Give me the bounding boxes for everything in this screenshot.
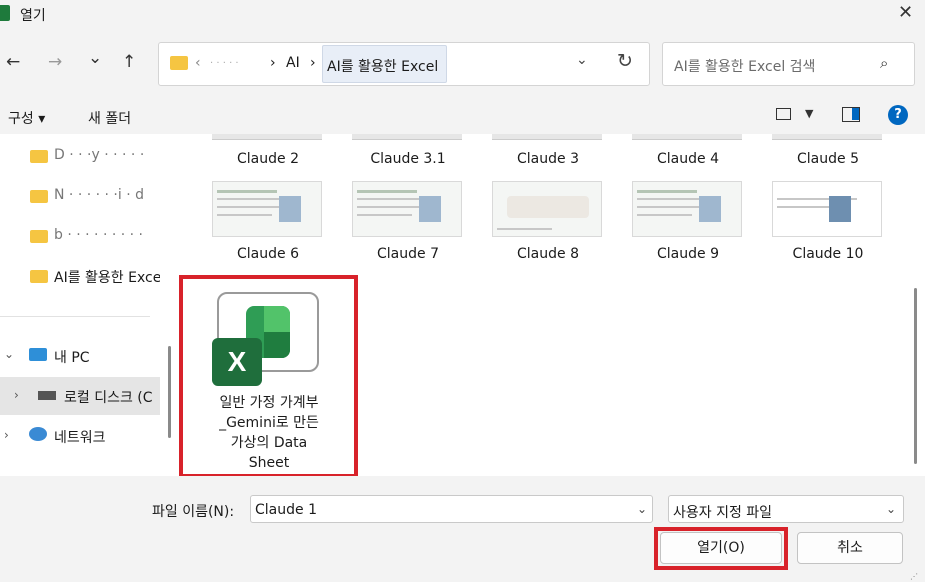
back-arrow-icon[interactable]: ← [6, 52, 20, 72]
file-thumbnail[interactable] [772, 134, 882, 140]
file-area-scrollbar[interactable] [914, 288, 917, 464]
open-button[interactable]: 열기(O) [660, 532, 782, 564]
breadcrumb-current[interactable]: AI를 활용한 Excel [322, 45, 447, 83]
excel-logo-tile [264, 332, 290, 358]
breadcrumb-overflow[interactable]: ‹ [195, 55, 201, 71]
file-item-label[interactable]: Claude 2 [198, 151, 338, 167]
cancel-button[interactable]: 취소 [797, 532, 903, 564]
sidebar-item-folder-2[interactable]: N · · · · · ·i · d [54, 187, 144, 203]
file-thumbnail[interactable] [212, 134, 322, 140]
file-thumbnail[interactable] [212, 181, 322, 237]
sidebar-item-network[interactable]: 네트워크 [54, 427, 106, 447]
close-icon[interactable]: ✕ [898, 2, 913, 23]
chevron-down-icon[interactable]: ⌄ [4, 347, 14, 361]
computer-icon [29, 348, 47, 361]
file-label-line: _Gemini로 만든 [219, 415, 319, 431]
file-item-label[interactable]: Claude 7 [338, 246, 478, 262]
sidebar-item-ai-excel[interactable]: AI를 활용한 Excel [54, 267, 160, 287]
title-bar [0, 0, 925, 28]
window-title: 열기 [20, 8, 46, 24]
chevron-right-icon[interactable]: › [14, 388, 19, 402]
file-item-label[interactable]: Claude 10 [758, 246, 898, 262]
file-label-line: 일반 가정 가계부 [219, 395, 319, 411]
recent-locations-chevron-icon[interactable]: ⌄ [88, 48, 102, 68]
file-item-label[interactable]: Claude 9 [618, 246, 758, 262]
resize-grip-icon[interactable]: ⋰ [910, 572, 918, 581]
folder-icon [30, 190, 48, 203]
file-item-label[interactable]: Claude 3.1 [338, 151, 478, 167]
selected-file-label[interactable]: 일반 가정 가계부 _Gemini로 만든 가상의 Data Sheet [190, 393, 348, 473]
file-thumbnail[interactable] [492, 181, 602, 237]
breadcrumb-separator[interactable]: › [310, 55, 316, 71]
file-name-input[interactable]: Claude 1 [250, 495, 653, 523]
breadcrumb-ai[interactable]: AI [286, 55, 300, 71]
excel-logo-tile [264, 306, 290, 332]
file-type-select[interactable]: 사용자 지정 파일 [668, 495, 904, 523]
organize-button[interactable]: 구성 ▾ [8, 108, 45, 128]
file-thumbnail[interactable] [632, 181, 742, 237]
sidebar-scrollbar[interactable] [168, 346, 171, 438]
file-item-label[interactable]: Claude 8 [478, 246, 618, 262]
sidebar-divider [0, 316, 150, 317]
chevron-down-icon[interactable]: ⌄ [886, 502, 896, 516]
file-label-line: Sheet [248, 455, 290, 471]
network-icon [29, 427, 47, 441]
search-icon[interactable]: ⌕ [880, 54, 888, 72]
file-item-label[interactable]: Claude 6 [198, 246, 338, 262]
address-dropdown-icon[interactable]: ⌄ [576, 52, 588, 68]
new-folder-button[interactable]: 새 폴더 [88, 108, 131, 128]
folder-icon [30, 270, 48, 283]
folder-icon [170, 56, 188, 70]
navigation-pane: D · · ·y · · · · · N · · · · · ·i · d b … [0, 134, 160, 476]
file-item-label[interactable]: Claude 3 [478, 151, 618, 167]
breadcrumb-hidden[interactable]: · · · · · [210, 58, 239, 69]
sidebar-item-local-disk[interactable]: 로컬 디스크 (C [64, 387, 160, 407]
file-thumbnail[interactable] [352, 134, 462, 140]
file-item-label[interactable]: Claude 4 [618, 151, 758, 167]
forward-arrow-icon[interactable]: → [48, 52, 62, 72]
sidebar-item-this-pc[interactable]: 내 PC [54, 347, 90, 367]
breadcrumb-separator[interactable]: › [270, 55, 276, 71]
file-thumbnail[interactable] [632, 134, 742, 140]
file-item-label[interactable]: Claude 5 [758, 151, 898, 167]
view-dropdown-icon[interactable]: ▼ [805, 107, 813, 120]
folder-icon [30, 150, 48, 163]
sidebar-item-folder-1[interactable]: D · · ·y · · · · · [54, 147, 144, 163]
up-arrow-icon[interactable]: ↑ [122, 52, 136, 72]
refresh-icon[interactable]: ↻ [617, 50, 633, 72]
chevron-down-icon[interactable]: ⌄ [637, 502, 647, 516]
preview-pane-icon[interactable] [842, 107, 860, 122]
file-label-line: 가상의 Data [230, 435, 308, 451]
file-name-label: 파일 이름(N): [152, 504, 235, 520]
excel-app-icon [0, 5, 10, 21]
disk-icon [38, 391, 56, 400]
chevron-right-icon[interactable]: › [4, 428, 9, 442]
file-thumbnail[interactable] [492, 134, 602, 140]
help-icon[interactable]: ? [888, 105, 908, 125]
folder-icon [30, 230, 48, 243]
view-icon[interactable] [776, 108, 791, 120]
excel-x-icon: X [212, 338, 262, 386]
file-thumbnail[interactable] [352, 181, 462, 237]
file-thumbnail[interactable] [772, 181, 882, 237]
sidebar-item-folder-3[interactable]: b · · · · · · · · · [54, 227, 143, 243]
search-input[interactable]: AI를 활용한 Excel 검색 [674, 56, 815, 76]
